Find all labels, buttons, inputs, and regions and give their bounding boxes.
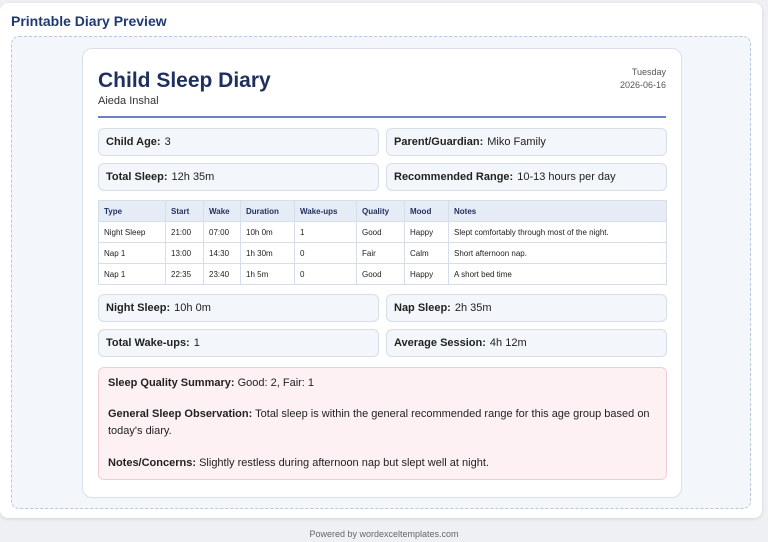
- diary-day: Tuesday: [631, 67, 666, 77]
- sleep-table: Type Start Wake Duration Wake-ups Qualit…: [98, 200, 667, 285]
- cell-wake: 23:40: [203, 263, 241, 285]
- parent-value: Miko Family: [487, 136, 546, 148]
- child-age-label: Child Age:: [106, 136, 161, 148]
- panel-title: Printable Diary Preview: [11, 13, 167, 29]
- total-sleep-box: Total Sleep: 12h 35m: [98, 163, 379, 191]
- cell-mood: Calm: [404, 242, 449, 264]
- cell-start: 22:35: [165, 263, 204, 285]
- table-row: Nap 1 22:35 23:40 1h 5m 0 Good Happy A s…: [98, 263, 667, 285]
- wakeups-label: Total Wake-ups:: [106, 337, 190, 349]
- col-duration: Duration: [240, 200, 295, 222]
- col-wake: Wake: [203, 200, 241, 222]
- cell-notes: Short afternoon nap.: [448, 242, 667, 264]
- night-sleep-value: 10h 0m: [174, 302, 211, 314]
- col-quality: Quality: [356, 200, 405, 222]
- header-divider: [98, 116, 666, 118]
- table-row: Nap 1 13:00 14:30 1h 30m 0 Fair Calm Sho…: [98, 242, 667, 264]
- table-header-row: Type Start Wake Duration Wake-ups Qualit…: [98, 200, 667, 222]
- wakeups-value: 1: [193, 337, 200, 349]
- recommended-box: Recommended Range: 10-13 hours per day: [386, 163, 667, 191]
- nap-sleep-label: Nap Sleep:: [394, 302, 451, 314]
- parent-label: Parent/Guardian:: [394, 136, 484, 148]
- preview-panel: Printable Diary Preview Child Sleep Diar…: [0, 3, 762, 518]
- nap-sleep-value: 2h 35m: [454, 302, 492, 314]
- cell-wake: 14:30: [203, 242, 241, 264]
- cell-duration: 1h 5m: [240, 263, 295, 285]
- diary-sheet: Child Sleep Diary Aieda Inshal Tuesday 2…: [82, 48, 682, 498]
- recommended-value: 10-13 hours per day: [517, 171, 616, 183]
- wakeups-box: Total Wake-ups: 1: [98, 329, 379, 357]
- average-session-label: Average Session:: [394, 337, 486, 349]
- average-session-value: 4h 12m: [489, 337, 527, 349]
- col-type: Type: [98, 200, 166, 222]
- recommended-label: Recommended Range:: [394, 171, 514, 183]
- cell-duration: 1h 30m: [240, 242, 295, 264]
- footer-credit: Powered by wordexceltemplates.com: [309, 529, 459, 539]
- preview-area: Child Sleep Diary Aieda Inshal Tuesday 2…: [11, 36, 751, 509]
- child-name: Aieda Inshal: [98, 95, 159, 107]
- sleep-observation-label: General Sleep Observation:: [108, 408, 253, 420]
- child-age-value: 3: [164, 136, 171, 148]
- cell-type: Nap 1: [98, 242, 166, 264]
- cell-quality: Fair: [356, 242, 405, 264]
- parent-box: Parent/Guardian: Miko Family: [386, 128, 667, 156]
- cell-wake: 07:00: [203, 221, 241, 243]
- col-notes: Notes: [448, 200, 667, 222]
- cell-wakeups: 0: [294, 263, 357, 285]
- col-mood: Mood: [404, 200, 449, 222]
- cell-quality: Good: [356, 263, 405, 285]
- col-start: Start: [165, 200, 204, 222]
- notes-concerns-label: Notes/Concerns:: [108, 457, 197, 469]
- cell-mood: Happy: [404, 221, 449, 243]
- nap-sleep-box: Nap Sleep: 2h 35m: [386, 294, 667, 322]
- diary-title: Child Sleep Diary: [98, 69, 271, 92]
- total-sleep-value: 12h 35m: [171, 171, 215, 183]
- cell-type: Night Sleep: [98, 221, 166, 243]
- quality-summary-label: Sleep Quality Summary:: [108, 377, 235, 389]
- cell-notes: A short bed time: [448, 263, 667, 285]
- quality-summary: Sleep Quality Summary: Good: 2, Fair: 1: [108, 375, 657, 392]
- notes-concerns: Notes/Concerns: Slightly restless during…: [108, 455, 657, 472]
- sleep-observation: General Sleep Observation: Total sleep i…: [108, 406, 657, 440]
- cell-wakeups: 1: [294, 221, 357, 243]
- night-sleep-label: Night Sleep:: [106, 302, 171, 314]
- cell-notes: Slept comfortably through most of the ni…: [448, 221, 667, 243]
- diary-date: 2026-06-16: [619, 80, 666, 90]
- quality-summary-value: Good: 2, Fair: 1: [237, 377, 315, 389]
- night-sleep-box: Night Sleep: 10h 0m: [98, 294, 379, 322]
- child-age-box: Child Age: 3: [98, 128, 379, 156]
- cell-duration: 10h 0m: [240, 221, 295, 243]
- cell-mood: Happy: [404, 263, 449, 285]
- cell-type: Nap 1: [98, 263, 166, 285]
- cell-wakeups: 0: [294, 242, 357, 264]
- cell-start: 13:00: [165, 242, 204, 264]
- total-sleep-label: Total Sleep:: [106, 171, 168, 183]
- col-wakeups: Wake-ups: [294, 200, 357, 222]
- table-row: Night Sleep 21:00 07:00 10h 0m 1 Good Ha…: [98, 221, 667, 243]
- average-session-box: Average Session: 4h 12m: [386, 329, 667, 357]
- notes-concerns-value: Slightly restless during afternoon nap b…: [199, 457, 489, 469]
- cell-start: 21:00: [165, 221, 204, 243]
- cell-quality: Good: [356, 221, 405, 243]
- summary-box: Sleep Quality Summary: Good: 2, Fair: 1 …: [98, 367, 667, 480]
